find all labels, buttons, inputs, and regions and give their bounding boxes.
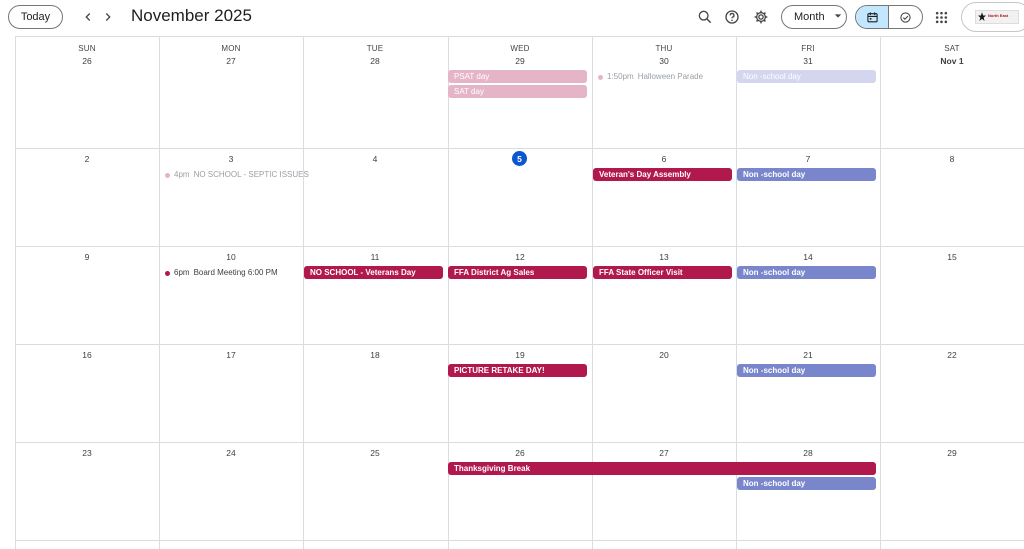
today-day-number[interactable]: 5 xyxy=(512,151,527,166)
day-number[interactable]: 6 xyxy=(592,154,736,164)
day-number[interactable]: 30 xyxy=(592,56,736,66)
day-number[interactable]: 9 xyxy=(15,252,159,262)
grid-line xyxy=(159,37,160,549)
account-button[interactable]: North East xyxy=(961,2,1024,32)
view-selector-label: Month xyxy=(794,11,825,23)
month-grid: SUN MON TUE WED THU FRI SAT 26 27 28 29 … xyxy=(15,36,1024,549)
grid-line xyxy=(15,442,1024,443)
day-of-week-sun: SUN xyxy=(78,44,96,53)
event-chip[interactable]: Non -school day xyxy=(737,477,876,490)
event-chip[interactable]: Non -school day xyxy=(737,266,876,279)
event-dot xyxy=(165,172,170,178)
day-number[interactable]: 18 xyxy=(303,350,447,360)
day-number[interactable]: 22 xyxy=(880,350,1024,360)
day-number[interactable]: 10 xyxy=(159,252,303,262)
event-dot xyxy=(165,270,170,276)
day-number[interactable]: 19 xyxy=(448,350,592,360)
calendar-icon xyxy=(866,11,878,22)
calendar-view-button[interactable] xyxy=(856,6,890,28)
day-of-week-thu: THU xyxy=(655,44,673,53)
chevron-right-icon[interactable] xyxy=(99,8,117,26)
grid-line xyxy=(15,148,1024,149)
event-chip[interactable]: NO SCHOOL - Veterans Day xyxy=(304,266,443,279)
day-of-week-tue: TUE xyxy=(366,44,384,53)
day-number[interactable]: 23 xyxy=(15,448,159,458)
event-dot xyxy=(598,74,603,80)
event-time: 6pm xyxy=(174,268,190,277)
day-number[interactable]: 7 xyxy=(736,154,880,164)
event-chip[interactable]: FFA District Ag Sales xyxy=(448,266,587,279)
event-timed[interactable]: 6pm Board Meeting 6:00 PM xyxy=(165,267,278,279)
today-button[interactable]: Today xyxy=(8,5,63,29)
day-number[interactable]: 2 xyxy=(15,154,159,164)
event-title: Board Meeting 6:00 PM xyxy=(193,268,278,277)
event-time: 1:50pm xyxy=(607,72,634,81)
day-number[interactable]: 31 xyxy=(736,56,880,66)
day-number[interactable]: Nov 1 xyxy=(880,56,1024,66)
day-of-week-fri: FRI xyxy=(801,44,815,53)
day-number[interactable]: 16 xyxy=(15,350,159,360)
event-timed[interactable]: 1:50pm Halloween Parade xyxy=(598,71,703,83)
day-number[interactable]: 21 xyxy=(736,350,880,360)
day-number[interactable]: 4 xyxy=(303,154,447,164)
gear-icon[interactable] xyxy=(751,7,771,27)
day-number[interactable]: 20 xyxy=(592,350,736,360)
day-number[interactable]: 26 xyxy=(448,448,592,458)
task-check-icon xyxy=(900,11,911,23)
grid-line xyxy=(15,344,1024,345)
chevron-left-icon[interactable] xyxy=(79,8,97,26)
grid-line xyxy=(880,37,881,549)
grid-line xyxy=(303,37,304,549)
day-number[interactable]: 13 xyxy=(592,252,736,262)
event-chip[interactable]: SAT day xyxy=(448,85,587,98)
event-chip[interactable]: PSAT day xyxy=(448,70,587,83)
view-selector[interactable]: Month xyxy=(781,5,847,29)
day-number[interactable]: 27 xyxy=(592,448,736,458)
event-chip[interactable]: Thanksgiving Break xyxy=(448,462,876,475)
day-number[interactable]: 29 xyxy=(880,448,1024,458)
day-number[interactable]: 15 xyxy=(880,252,1024,262)
grid-line xyxy=(15,246,1024,247)
view-mode-toggle xyxy=(855,5,923,29)
event-chip[interactable]: Veteran's Day Assembly xyxy=(593,168,732,181)
tasks-view-button[interactable] xyxy=(889,6,922,28)
apps-grid-icon[interactable] xyxy=(931,7,951,27)
search-icon[interactable] xyxy=(695,7,715,27)
day-number[interactable]: 14 xyxy=(736,252,880,262)
logo-text: North East xyxy=(988,13,1009,18)
day-number[interactable]: 11 xyxy=(303,252,447,262)
day-number[interactable]: 25 xyxy=(303,448,447,458)
event-timed[interactable]: 4pm NO SCHOOL - SEPTIC ISSUES xyxy=(165,169,309,181)
day-number[interactable]: 3 xyxy=(159,154,303,164)
grid-line xyxy=(15,540,1024,541)
school-logo: North East xyxy=(975,10,1019,24)
day-number[interactable]: 28 xyxy=(736,448,880,458)
event-title: NO SCHOOL - SEPTIC ISSUES xyxy=(193,170,309,179)
day-number[interactable]: 24 xyxy=(159,448,303,458)
day-number[interactable]: 12 xyxy=(448,252,592,262)
event-chip[interactable]: Non -school day xyxy=(737,70,876,83)
day-number[interactable]: 17 xyxy=(159,350,303,360)
event-title: Halloween Parade xyxy=(637,72,704,81)
event-chip[interactable]: FFA State Officer Visit xyxy=(593,266,732,279)
day-number[interactable]: 8 xyxy=(880,154,1024,164)
day-number[interactable]: 26 xyxy=(15,56,159,66)
star-logo-icon xyxy=(978,12,986,21)
page-title: November 2025 xyxy=(131,6,252,25)
day-number[interactable]: 27 xyxy=(159,56,303,66)
help-icon[interactable] xyxy=(722,7,742,27)
day-of-week-sat: SAT xyxy=(944,44,960,53)
day-number[interactable]: 29 xyxy=(448,56,592,66)
event-time: 4pm xyxy=(174,170,190,179)
event-chip[interactable]: Non -school day xyxy=(737,364,876,377)
day-number[interactable]: 28 xyxy=(303,56,447,66)
event-chip[interactable]: PICTURE RETAKE DAY! xyxy=(448,364,587,377)
calendar-toolbar: Today November 2025 Month North East xyxy=(0,0,1024,36)
day-of-week-wed: WED xyxy=(510,44,530,53)
grid-line xyxy=(15,37,16,549)
event-chip[interactable]: Non -school day xyxy=(737,168,876,181)
caret-down-icon xyxy=(834,11,842,23)
day-of-week-mon: MON xyxy=(221,44,241,53)
